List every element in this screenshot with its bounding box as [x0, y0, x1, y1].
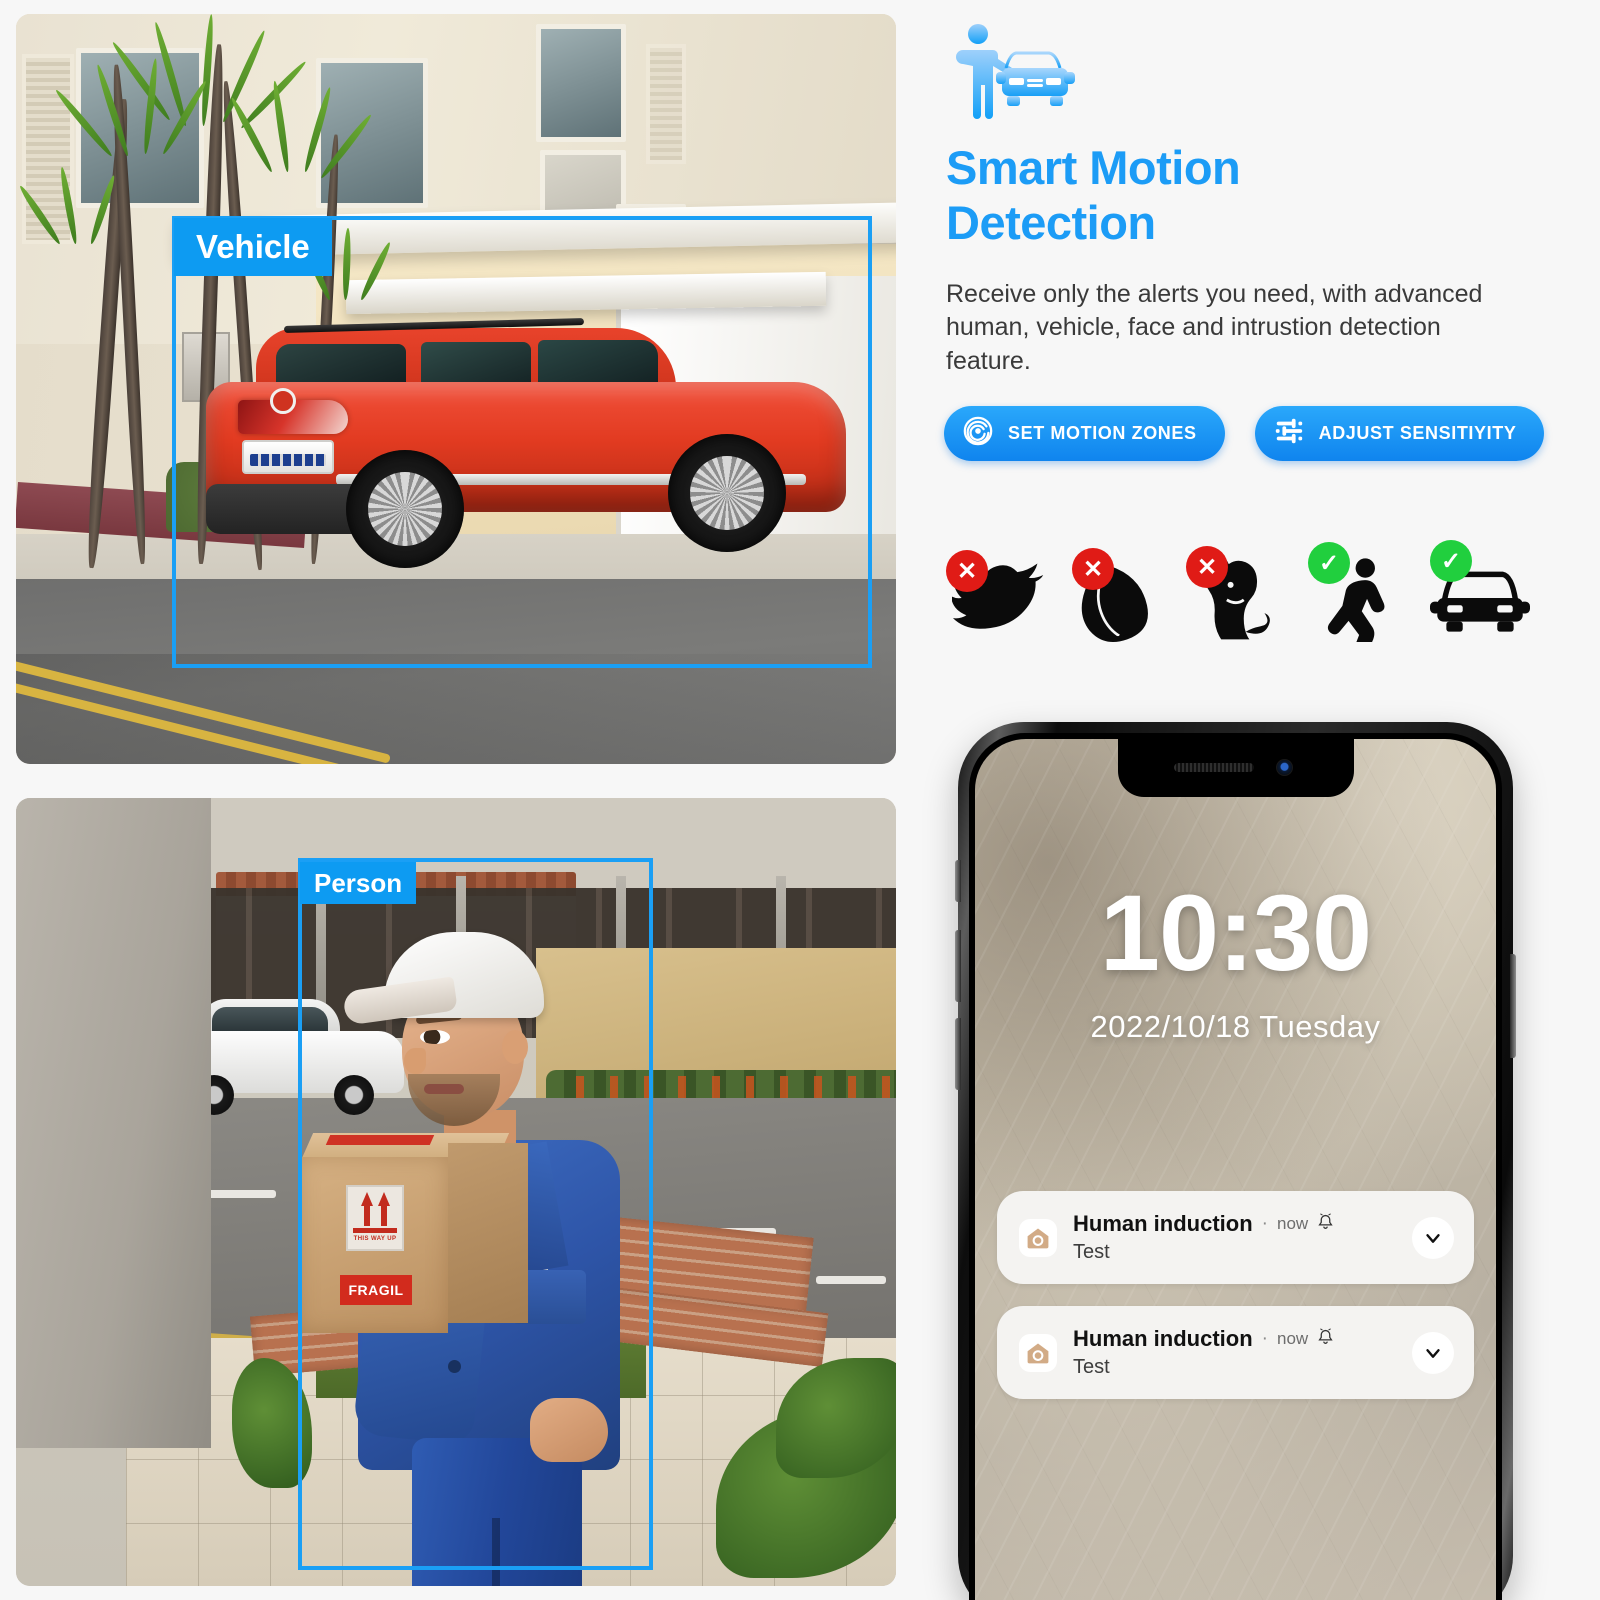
- mute-switch[interactable]: [955, 860, 961, 902]
- camera-snapshot-person[interactable]: THIS WAY UP FRAGIL Person: [16, 798, 896, 1586]
- page-title-line1: Smart Motion: [946, 141, 1241, 194]
- detection-tag-person-label: Person: [314, 867, 403, 898]
- alarm-bell-icon: [1317, 1213, 1334, 1235]
- notification-list: Human induction · now Test Human inducti…: [997, 1191, 1474, 1399]
- target-leaf: ✕: [1060, 538, 1180, 658]
- lockscreen-time: 10:30: [1099, 872, 1372, 993]
- chevron-down-icon[interactable]: [1412, 1216, 1454, 1259]
- notification-text: Test: [1073, 1356, 1110, 1378]
- adjust-sensitivity-label: ADJUST SENSITIYITY: [1318, 423, 1517, 443]
- notification-card[interactable]: Human induction · now Test: [997, 1306, 1474, 1399]
- notification-time: now: [1276, 1214, 1309, 1233]
- person-status-badge: ✓: [1308, 542, 1350, 584]
- action-buttons: SET MOTION ZONES ADJUST SENSITIYITY: [944, 406, 1545, 461]
- camera-snapshot-vehicle[interactable]: Vehicle: [16, 14, 896, 764]
- home-camera-icon: [1019, 1218, 1057, 1257]
- target-dog: ✕: [1180, 538, 1300, 658]
- smartphone-mockup: 10:30 2022/10/18 Tuesday Human induction…: [955, 722, 1516, 1600]
- detection-targets-row: ✕ ✕ ✕ ✓ ✓: [940, 528, 1540, 658]
- detection-tag-vehicle: Vehicle: [174, 218, 332, 276]
- notification-separator: ·: [1261, 1213, 1268, 1234]
- sliders-icon: [1273, 415, 1305, 452]
- page-title-line2: Detection: [946, 196, 1156, 250]
- detection-box-person: [298, 858, 653, 1570]
- volume-up-button[interactable]: [955, 930, 961, 1002]
- power-button[interactable]: [1510, 954, 1516, 1058]
- bird-status-badge: ✕: [946, 550, 988, 592]
- car-status-badge: ✓: [1430, 540, 1472, 582]
- page-root: Vehicle THIS WAY UP FRAGIL Person Smart …: [0, 0, 1600, 1600]
- chevron-down-icon[interactable]: [1412, 1331, 1454, 1374]
- lockscreen-clock: 10:30 2022/10/18 Tuesday: [975, 879, 1496, 1045]
- radar-icon: [962, 415, 994, 452]
- page-title: Smart Motion Detection: [946, 140, 1506, 251]
- detection-box-vehicle: [172, 216, 872, 668]
- page-description: Receive only the alerts you need, with a…: [946, 280, 1483, 375]
- notification-separator: ·: [1261, 1328, 1268, 1349]
- wallpaper-texture: [975, 739, 1496, 1600]
- set-motion-zones-button[interactable]: SET MOTION ZONES: [944, 406, 1225, 461]
- target-person: ✓: [1300, 538, 1420, 658]
- info-panel: Smart Motion Detection Receive only the …: [930, 0, 1600, 1600]
- phone-screen[interactable]: 10:30 2022/10/18 Tuesday Human induction…: [975, 739, 1496, 1600]
- earpiece-speaker-icon: [1173, 763, 1254, 772]
- notification-body: Human induction · now Test: [1073, 1326, 1396, 1379]
- volume-down-button[interactable]: [955, 1018, 961, 1090]
- target-bird: ✕: [940, 538, 1060, 658]
- set-motion-zones-label: SET MOTION ZONES: [1008, 423, 1197, 443]
- notification-title: Human induction: [1073, 1211, 1253, 1236]
- notification-text: Test: [1073, 1241, 1110, 1263]
- front-camera-icon: [1275, 759, 1293, 776]
- adjust-sensitivity-button[interactable]: ADJUST SENSITIYITY: [1254, 406, 1545, 461]
- notification-time: now: [1276, 1329, 1309, 1348]
- notification-title: Human induction: [1073, 1326, 1253, 1351]
- dog-status-badge: ✕: [1186, 546, 1228, 588]
- notification-body: Human induction · now Test: [1073, 1211, 1396, 1264]
- person-with-car-icon: [950, 22, 1075, 127]
- phone-bezel: 10:30 2022/10/18 Tuesday Human induction…: [969, 733, 1502, 1600]
- lockscreen-date: 2022/10/18 Tuesday: [1090, 1009, 1381, 1044]
- home-camera-icon: [1019, 1333, 1057, 1372]
- leaf-status-badge: ✕: [1072, 548, 1114, 590]
- phone-notch: [1117, 739, 1354, 797]
- alarm-bell-icon: [1317, 1328, 1334, 1350]
- detection-tag-vehicle-label: Vehicle: [196, 228, 310, 265]
- target-car: ✓: [1420, 538, 1540, 658]
- detection-tag-person: Person: [300, 862, 417, 904]
- notification-card[interactable]: Human induction · now Test: [997, 1191, 1474, 1284]
